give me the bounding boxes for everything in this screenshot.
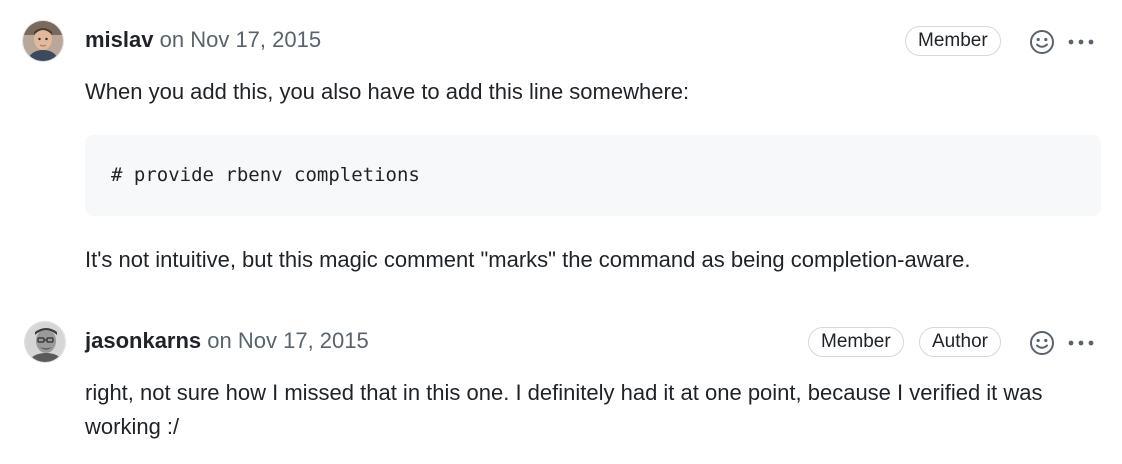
comment-timestamp[interactable]: on Nov 17, 2015 — [160, 27, 321, 52]
author-link[interactable]: mislav — [85, 27, 154, 52]
avatar[interactable] — [23, 21, 63, 61]
comment-body-paragraph: When you add this, you also have to add … — [85, 79, 690, 104]
timeline-comment: jasonkarns on Nov 17, 2015 Member Author… — [0, 300, 1122, 464]
smiley-icon — [1030, 331, 1054, 355]
user-avatar-image — [23, 21, 63, 61]
author-link[interactable]: jasonkarns — [85, 328, 201, 353]
comment-body-paragraph: It's not intuitive, but this magic comme… — [85, 247, 971, 272]
comment-options-button[interactable] — [1066, 32, 1096, 52]
author-badge: Author — [919, 327, 1001, 357]
comment-header: mislav on Nov 17, 2015 — [85, 26, 321, 54]
smiley-icon — [1030, 30, 1054, 54]
user-avatar-image — [25, 322, 65, 362]
kebab-horizontal-icon — [1068, 340, 1094, 346]
comment-header: jasonkarns on Nov 17, 2015 — [85, 327, 369, 355]
comment-options-button[interactable] — [1066, 333, 1096, 353]
timeline-comment: mislav on Nov 17, 2015 Member When you a… — [0, 0, 1122, 290]
member-badge: Member — [905, 26, 1001, 56]
member-badge: Member — [808, 327, 904, 357]
add-reaction-button[interactable] — [1028, 329, 1056, 357]
comment-body-paragraph: right, not sure how I missed that in thi… — [85, 380, 1043, 439]
kebab-horizontal-icon — [1068, 39, 1094, 45]
code-block: # provide rbenv completions — [85, 135, 1101, 216]
add-reaction-button[interactable] — [1028, 28, 1056, 56]
avatar[interactable] — [25, 322, 65, 362]
code-content: # provide rbenv completions — [111, 164, 420, 186]
comment-timestamp[interactable]: on Nov 17, 2015 — [207, 328, 368, 353]
